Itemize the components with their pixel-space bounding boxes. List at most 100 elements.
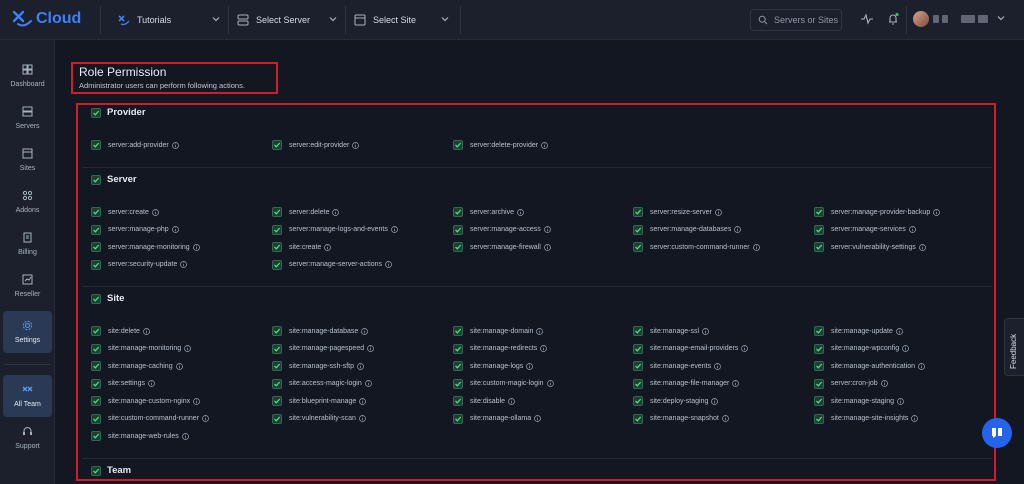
permission-checkbox[interactable] <box>272 413 282 424</box>
info-icon[interactable] <box>897 397 904 405</box>
permission-item[interactable]: site:manage-wpconfig <box>814 343 909 354</box>
info-icon[interactable] <box>324 243 332 251</box>
sidebar-item-all-team[interactable]: All Team <box>3 375 52 417</box>
info-icon[interactable] <box>732 380 740 387</box>
permission-item[interactable]: server:security-update <box>91 259 188 270</box>
permission-item[interactable]: site:vulnerability-scan <box>272 413 366 424</box>
permission-checkbox[interactable] <box>91 343 101 354</box>
permission-checkbox[interactable] <box>91 207 101 217</box>
permission-checkbox[interactable] <box>633 242 643 252</box>
info-icon[interactable] <box>902 345 909 352</box>
info-icon[interactable] <box>361 327 369 335</box>
permission-checkbox[interactable] <box>91 259 101 270</box>
permission-item[interactable]: server:manage-firewall <box>453 242 551 252</box>
activity-icon[interactable] <box>860 12 874 26</box>
permission-checkbox[interactable] <box>272 224 282 235</box>
permission-item[interactable]: site:manage-custom-nginx <box>91 396 200 406</box>
sidebar-item-addons[interactable]: Addons <box>3 181 52 223</box>
info-icon[interactable] <box>752 243 760 251</box>
permission-item[interactable]: site:custom-magic-login <box>453 378 554 389</box>
info-icon[interactable] <box>517 208 524 216</box>
permission-checkbox[interactable] <box>633 343 643 354</box>
permission-checkbox[interactable] <box>453 242 463 252</box>
permission-item[interactable]: site:manage-events <box>633 361 721 371</box>
info-icon[interactable] <box>540 345 548 352</box>
info-icon[interactable] <box>880 380 888 387</box>
info-icon[interactable] <box>332 208 340 216</box>
info-icon[interactable] <box>352 141 360 149</box>
permission-item[interactable]: server:manage-access <box>453 224 551 235</box>
permission-item[interactable]: server:delete <box>272 207 340 217</box>
permission-checkbox[interactable] <box>814 361 824 371</box>
info-icon[interactable] <box>171 141 179 149</box>
permission-item[interactable]: server:edit-provider <box>272 140 360 150</box>
permission-item[interactable]: server:delete-provider <box>453 140 548 150</box>
permission-item[interactable]: server:manage-databases <box>633 224 742 235</box>
permission-item[interactable]: site:delete <box>91 326 150 336</box>
permission-checkbox[interactable] <box>453 326 463 336</box>
permission-checkbox[interactable] <box>91 140 101 150</box>
info-icon[interactable] <box>385 261 392 268</box>
permission-checkbox[interactable] <box>91 396 101 406</box>
info-icon[interactable] <box>180 261 188 268</box>
info-icon[interactable] <box>543 243 551 251</box>
permission-item[interactable]: site:manage-logs <box>453 361 534 371</box>
info-icon[interactable] <box>390 226 398 233</box>
info-icon[interactable] <box>367 345 374 352</box>
feedback-tab[interactable]: Feedback <box>1004 318 1024 376</box>
permission-checkbox[interactable] <box>91 224 101 235</box>
permission-checkbox[interactable] <box>633 207 643 217</box>
permission-item[interactable]: server:manage-services <box>814 224 916 235</box>
permission-item[interactable]: server:manage-monitoring <box>91 242 200 252</box>
permission-checkbox[interactable] <box>453 413 463 424</box>
info-icon[interactable] <box>364 380 372 387</box>
info-icon[interactable] <box>184 345 192 352</box>
permission-checkbox[interactable] <box>814 242 824 252</box>
permission-checkbox[interactable] <box>453 396 463 406</box>
info-icon[interactable] <box>741 345 749 352</box>
permission-checkbox[interactable] <box>91 431 101 441</box>
permission-checkbox[interactable] <box>633 326 643 336</box>
permission-item[interactable]: site:manage-pagespeed <box>272 343 374 354</box>
permission-checkbox[interactable] <box>272 140 282 150</box>
permission-item[interactable]: server:manage-logs-and-events <box>272 224 398 235</box>
permission-item[interactable]: server:cron-job <box>814 378 888 389</box>
permission-checkbox[interactable] <box>91 413 101 424</box>
permission-checkbox[interactable] <box>272 343 282 354</box>
search-input[interactable]: Servers or Sites <box>750 9 842 31</box>
sidebar-item-reseller[interactable]: Reseller <box>3 265 52 307</box>
info-icon[interactable] <box>202 415 209 422</box>
permission-checkbox[interactable] <box>272 361 282 371</box>
permission-checkbox[interactable] <box>814 207 824 217</box>
permission-item[interactable]: site:manage-ollama <box>453 413 541 424</box>
permission-item[interactable]: site:deploy-staging <box>633 396 719 406</box>
sidebar-item-settings[interactable]: Settings <box>3 311 52 353</box>
info-icon[interactable] <box>192 243 200 251</box>
sidebar-item-billing[interactable]: Billing <box>3 223 52 265</box>
permission-item[interactable]: server:manage-server-actions <box>272 259 392 270</box>
info-icon[interactable] <box>715 208 722 216</box>
permission-item[interactable]: server:create <box>91 207 159 217</box>
permission-item[interactable]: site:blueprint-manage <box>272 396 367 406</box>
chat-button[interactable] <box>982 418 1012 448</box>
permission-item[interactable]: site:access-magic-login <box>272 378 372 389</box>
info-icon[interactable] <box>541 141 548 149</box>
permission-item[interactable]: server:custom-command-runner <box>633 242 760 252</box>
tutorials-select[interactable]: Tutorials <box>117 8 221 32</box>
permission-checkbox[interactable] <box>91 361 101 371</box>
permission-checkbox[interactable] <box>814 378 824 389</box>
info-icon[interactable] <box>722 415 729 422</box>
permission-item[interactable]: site:manage-site-insights <box>814 413 919 424</box>
permission-checkbox[interactable] <box>453 224 463 235</box>
permission-checkbox[interactable] <box>633 224 643 235</box>
chevron-down-icon[interactable] <box>996 13 1006 23</box>
info-icon[interactable] <box>359 397 367 405</box>
info-icon[interactable] <box>181 432 189 440</box>
info-icon[interactable] <box>896 327 903 335</box>
permission-item[interactable]: server:archive <box>453 207 524 217</box>
sidebar-item-support[interactable]: Support <box>3 417 52 459</box>
permission-item[interactable]: site:manage-redirects <box>453 343 548 354</box>
permission-item[interactable]: site:settings <box>91 378 155 389</box>
info-icon[interactable] <box>175 362 183 370</box>
info-icon[interactable] <box>543 226 551 233</box>
